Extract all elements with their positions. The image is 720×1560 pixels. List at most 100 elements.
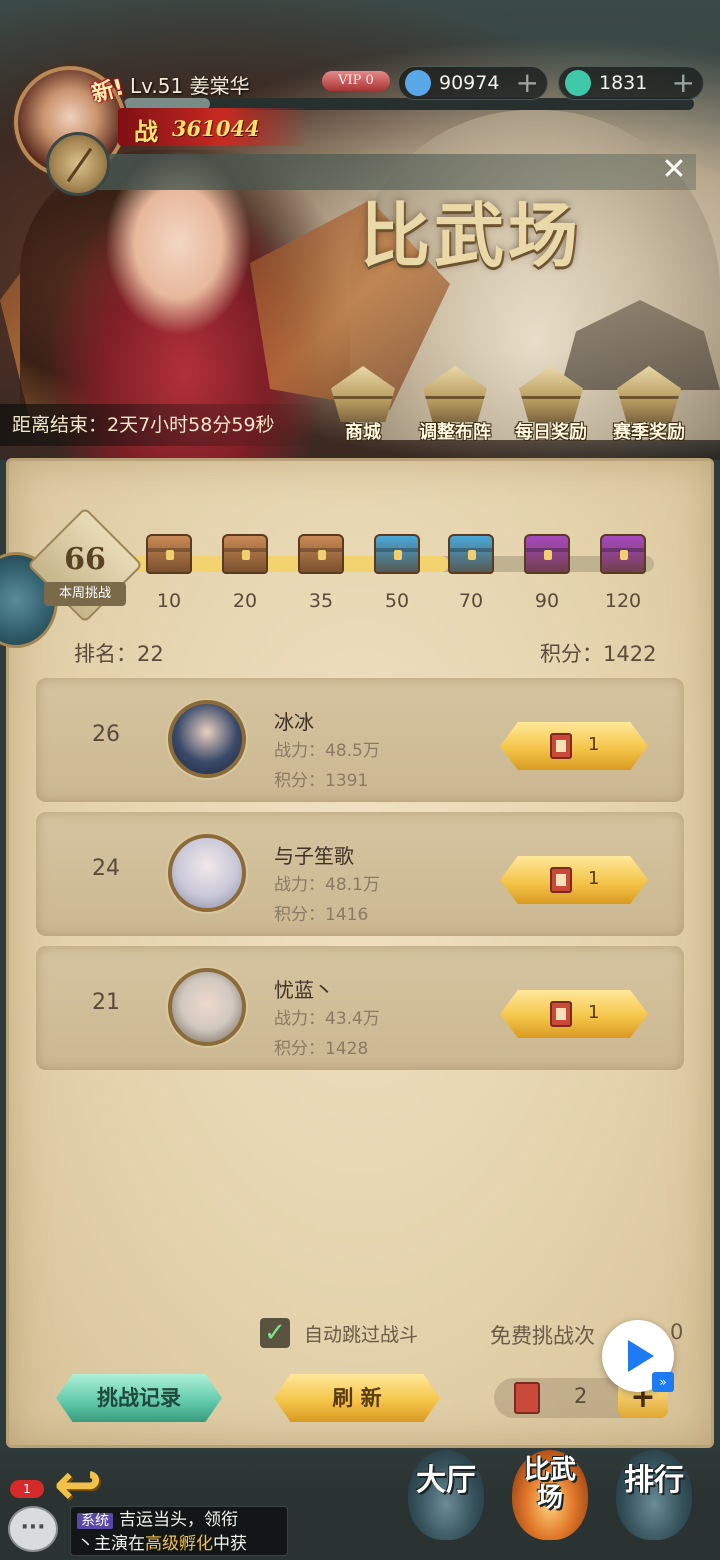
opponent-power: 战力：48.1万 (274, 875, 380, 895)
opponent-rank: 21 (92, 990, 120, 1015)
challenge-cost: 1 (588, 1002, 600, 1023)
player-power-value: 361044 (172, 116, 260, 141)
challenge-record-button[interactable]: 挑战记录 (56, 1374, 222, 1422)
gift-icon (519, 366, 583, 422)
opponent-power: 战力：48.5万 (274, 741, 380, 761)
challenge-button[interactable]: 1 (500, 722, 648, 770)
notification-badge: 1 (10, 1480, 44, 1498)
opponent-rank: 26 (92, 722, 120, 747)
formation-button[interactable]: 调整布阵 (410, 366, 500, 450)
opponent-avatar[interactable] (168, 834, 246, 912)
shop-button[interactable]: 商城 (318, 366, 408, 450)
jade-value: 1831 (599, 72, 648, 94)
opponent-card: 21 忧蓝丶 战力：43.4万 积分：1428 1 (36, 946, 684, 1070)
daily-reward-button[interactable]: 每日奖励 (506, 366, 596, 450)
player-level-name: Lv.51 姜棠华 (130, 74, 250, 98)
milestone-value: 10 (156, 590, 182, 612)
back-button[interactable]: ↩ (42, 1454, 114, 1514)
chat-icon[interactable]: ··· (8, 1506, 58, 1552)
shop-icon (331, 366, 395, 422)
vip-badge[interactable]: VIP 0 (322, 71, 390, 91)
challenge-button[interactable]: 1 (500, 856, 648, 904)
opponent-avatar[interactable] (168, 968, 246, 1046)
weekly-challenge-count: 66 (64, 542, 106, 577)
arena-title: 比武场 (360, 194, 582, 277)
chat-line-1: 吉运当头，领衔 (119, 1510, 238, 1530)
opponent-name: 忧蓝丶 (274, 978, 334, 1002)
chest-icon (298, 534, 344, 574)
milestone-value: 50 (384, 590, 410, 612)
season-countdown: 距离结束：2天7小时58分59秒 (0, 404, 330, 446)
refresh-button[interactable]: 刷 新 (274, 1374, 440, 1422)
challenge-ticket-icon (550, 1001, 572, 1027)
free-challenge-label: 免费挑战次 (490, 1324, 595, 1348)
reward-chest[interactable] (448, 534, 494, 580)
chest-icon (146, 534, 192, 574)
opponent-name: 与子笙歌 (274, 844, 354, 868)
nav-ranking-label: 排行 (624, 1463, 684, 1498)
jade-coin-icon (565, 70, 591, 96)
chest-icon (448, 534, 494, 574)
reward-chest[interactable] (222, 534, 268, 580)
challenge-ticket-icon (550, 733, 572, 759)
close-button[interactable]: ✕ (658, 154, 690, 186)
reward-chest[interactable] (298, 534, 344, 580)
challenge-cost: 1 (588, 868, 600, 889)
my-score: 积分：1422 (540, 642, 657, 666)
chest-icon (600, 534, 646, 574)
formation-icon (423, 366, 487, 422)
ticket-count: 2 (574, 1384, 588, 1408)
opponent-card: 24 与子笙歌 战力：48.1万 积分：1416 1 (36, 812, 684, 936)
weekly-challenge-label: 本周挑战 (44, 582, 126, 606)
opponent-rank: 24 (92, 856, 120, 881)
compass-icon[interactable] (46, 132, 110, 196)
system-chat-box[interactable]: 系统 吉运当头，领衔 丶主演在高级孵化中获 (70, 1506, 288, 1556)
header-strip (96, 154, 696, 190)
opponent-card: 26 冰冰 战力：48.5万 积分：1391 1 (36, 678, 684, 802)
my-rank: 排名：22 (74, 642, 164, 666)
chest-icon (222, 534, 268, 574)
ticket-icon (514, 1382, 540, 1414)
diamond-add-button[interactable]: + (516, 67, 539, 99)
nav-hall-label: 大厅 (416, 1463, 476, 1498)
jade-currency: 1831 + (558, 66, 704, 100)
challenge-cost: 1 (588, 734, 600, 755)
diamond-currency: 90974 + (398, 66, 548, 100)
chest-icon (374, 534, 420, 574)
chat-line-2b: 高级孵化 (145, 1534, 213, 1554)
diamond-value: 90974 (439, 72, 500, 94)
challenge-ticket-icon (550, 867, 572, 893)
milestone-value: 120 (604, 590, 642, 612)
opponent-score: 积分：1428 (274, 1039, 369, 1059)
challenge-button[interactable]: 1 (500, 990, 648, 1038)
milestone-value: 70 (458, 590, 484, 612)
gift-icon (617, 366, 681, 422)
opponent-score: 积分：1416 (274, 905, 369, 925)
diamond-icon (405, 70, 431, 96)
power-prefix: 战 (134, 117, 158, 146)
milestone-value: 35 (308, 590, 334, 612)
reward-chest[interactable] (600, 534, 646, 580)
chest-icon (524, 534, 570, 574)
auto-skip-label: 自动跳过战斗 (304, 1324, 419, 1346)
free-challenge-value: 0 (670, 1320, 684, 1344)
milestone-value: 90 (534, 590, 560, 612)
nav-arena-tab[interactable]: 比武场 (512, 1450, 588, 1546)
auto-skip-checkbox[interactable]: ✓ (260, 1318, 290, 1348)
fast-forward-icon[interactable]: » (652, 1372, 674, 1392)
reward-chest[interactable] (374, 534, 420, 580)
jade-add-button[interactable]: + (672, 67, 695, 99)
opponent-avatar[interactable] (168, 700, 246, 778)
nav-arena-label: 比武场 (523, 1455, 576, 1513)
season-reward-button[interactable]: 赛季奖励 (604, 366, 694, 450)
reward-chest[interactable] (524, 534, 570, 580)
milestone-value: 20 (232, 590, 258, 612)
nav-ranking-tab[interactable]: 排行 (616, 1450, 692, 1546)
reward-chest[interactable] (146, 534, 192, 580)
opponent-name: 冰冰 (274, 710, 314, 734)
opponent-score: 积分：1391 (274, 771, 369, 791)
nav-hall-tab[interactable]: 大厅 (408, 1450, 484, 1546)
chat-line-2c: 中获 (213, 1534, 247, 1554)
chat-line-2a: 丶主演在 (77, 1534, 145, 1554)
opponent-power: 战力：43.4万 (274, 1009, 380, 1029)
